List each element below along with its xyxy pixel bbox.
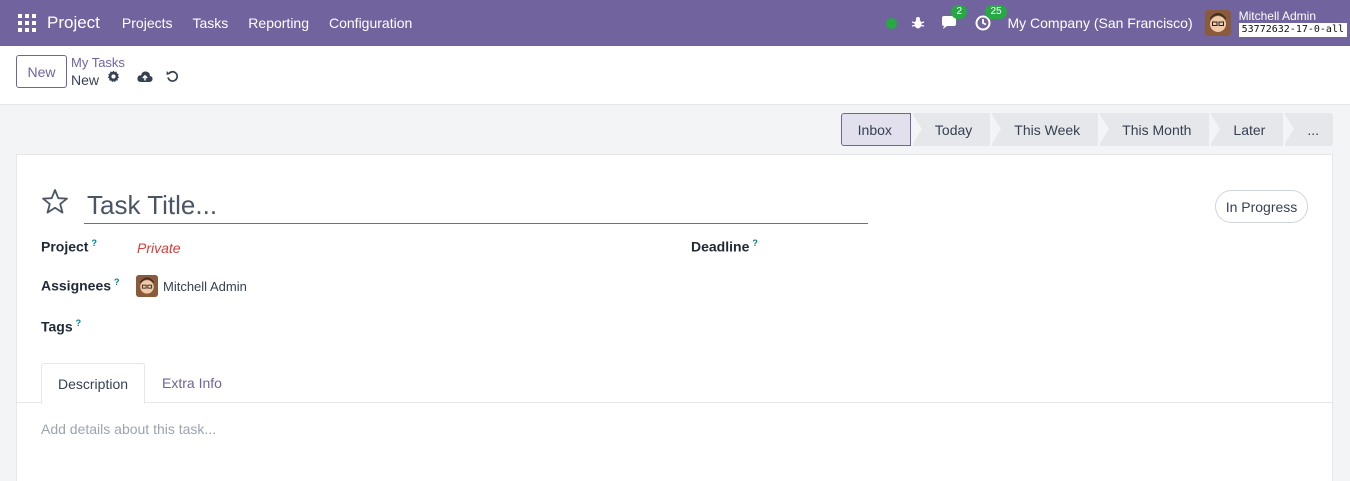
priority-star-icon[interactable] bbox=[41, 188, 69, 218]
user-name: Mitchell Admin bbox=[1238, 8, 1317, 23]
menu-reporting[interactable]: Reporting bbox=[238, 15, 319, 31]
assignee-tag[interactable]: Mitchell Admin bbox=[136, 275, 247, 297]
stage-inbox[interactable]: Inbox bbox=[840, 113, 911, 146]
gear-icon[interactable] bbox=[107, 70, 120, 83]
form-notebook-tabs: Description Extra Info bbox=[17, 363, 1332, 404]
user-avatar[interactable] bbox=[1204, 10, 1231, 36]
record-name: New bbox=[71, 72, 100, 88]
activities-clock-icon[interactable]: 25 bbox=[975, 5, 1007, 31]
project-field-label: Project? bbox=[41, 238, 97, 255]
description-editor[interactable]: Add details about this task... bbox=[41, 421, 216, 437]
task-state-button[interactable]: In Progress bbox=[1215, 190, 1308, 223]
app-brand[interactable]: Project bbox=[47, 13, 100, 33]
menu-projects[interactable]: Projects bbox=[112, 15, 183, 31]
stage-more[interactable]: ... bbox=[1284, 113, 1333, 146]
control-panel: New My Tasks New bbox=[0, 46, 1350, 105]
stage-today[interactable]: Today bbox=[911, 113, 991, 146]
discard-undo-icon[interactable] bbox=[166, 70, 179, 83]
presence-status-icon bbox=[886, 17, 898, 29]
tab-description[interactable]: Description bbox=[41, 363, 146, 404]
top-navbar: Project Projects Tasks Reporting Configu… bbox=[0, 0, 1350, 46]
assignees-field-label: Assignees? bbox=[41, 277, 120, 294]
project-field-value[interactable]: Private bbox=[137, 240, 181, 256]
stage-this-week[interactable]: This Week bbox=[991, 113, 1099, 146]
tags-help-icon[interactable]: ? bbox=[76, 318, 82, 328]
menu-configuration[interactable]: Configuration bbox=[319, 15, 422, 31]
task-title-input[interactable] bbox=[84, 187, 868, 224]
activities-count-badge: 25 bbox=[985, 5, 1007, 19]
stage-this-month[interactable]: This Month bbox=[1099, 113, 1210, 146]
company-switcher[interactable]: My Company (San Francisco) bbox=[1007, 15, 1192, 31]
project-help-icon[interactable]: ? bbox=[91, 238, 97, 248]
app-grid-icon[interactable] bbox=[18, 14, 36, 32]
new-button[interactable]: New bbox=[16, 55, 67, 88]
task-form-sheet: In Progress Project? Private Assignees? … bbox=[16, 154, 1333, 481]
messages-count-badge: 2 bbox=[951, 5, 968, 19]
assignees-help-icon[interactable]: ? bbox=[114, 277, 120, 287]
stage-later[interactable]: Later bbox=[1210, 113, 1284, 146]
user-menu[interactable]: Mitchell Admin 53772632-17-0-all bbox=[1238, 8, 1347, 37]
breadcrumb-my-tasks[interactable]: My Tasks bbox=[71, 55, 125, 70]
messages-icon[interactable]: 2 bbox=[941, 5, 968, 31]
deadline-help-icon[interactable]: ? bbox=[752, 238, 758, 248]
main-menu: Projects Tasks Reporting Configuration bbox=[112, 15, 422, 31]
debug-bug-icon[interactable] bbox=[911, 16, 925, 30]
deadline-field-label: Deadline? bbox=[691, 238, 758, 255]
database-name: 53772632-17-0-all bbox=[1238, 22, 1347, 37]
menu-tasks[interactable]: Tasks bbox=[183, 15, 239, 31]
stage-statusbar: Inbox Today This Week This Month Later .… bbox=[839, 113, 1333, 146]
navbar-systray: 2 25 My Company (San Francisco) Mitchell… bbox=[886, 0, 1350, 46]
tab-extra-info[interactable]: Extra Info bbox=[146, 363, 238, 403]
tags-field-label: Tags? bbox=[41, 318, 82, 335]
assignee-avatar bbox=[136, 275, 158, 297]
cloud-upload-icon[interactable] bbox=[137, 70, 153, 83]
assignee-name: Mitchell Admin bbox=[163, 278, 247, 294]
